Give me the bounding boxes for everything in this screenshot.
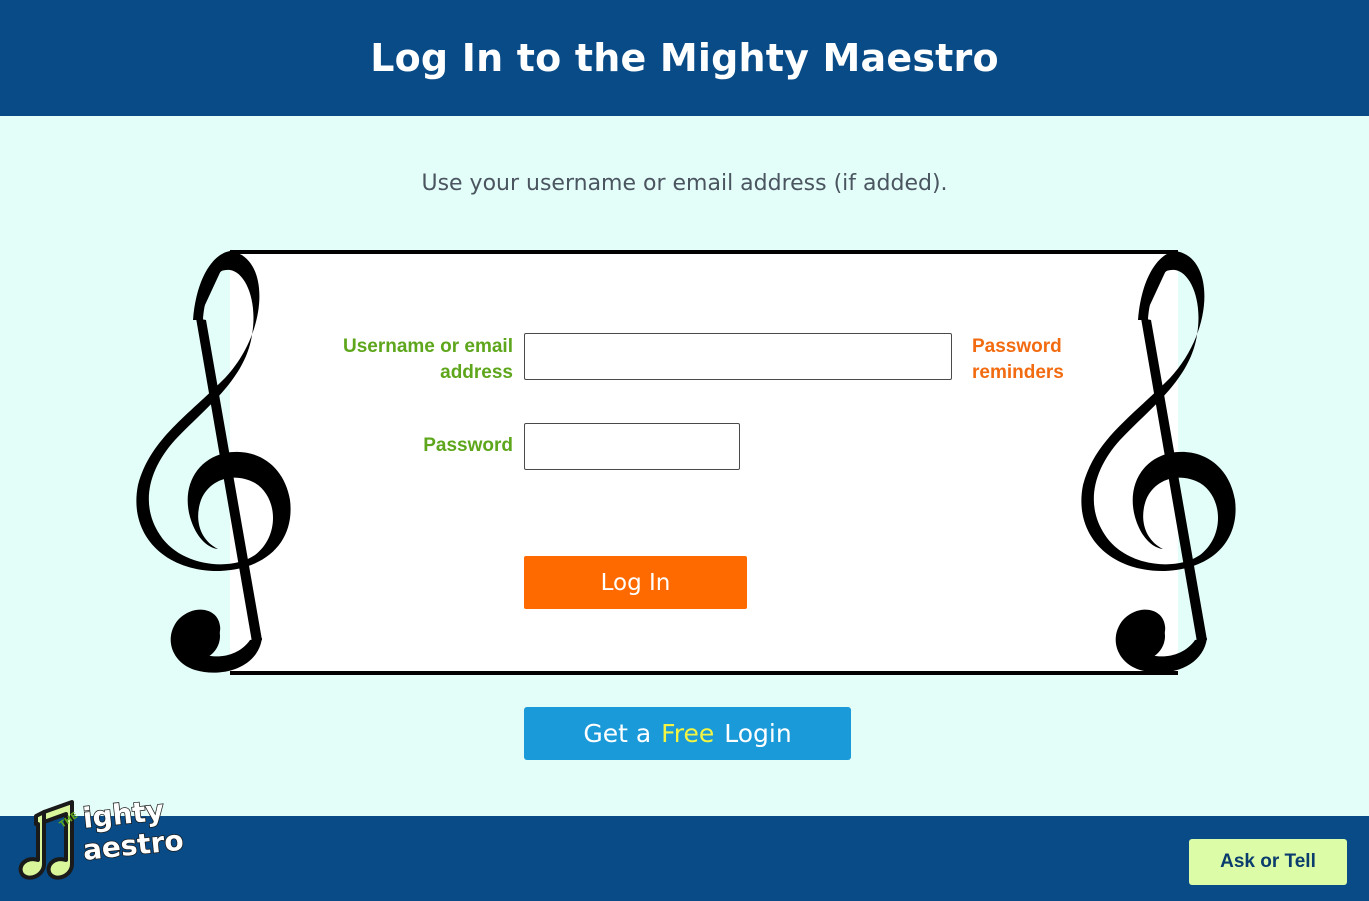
password-input[interactable]	[524, 423, 740, 470]
signup-prefix: Get a	[583, 719, 652, 748]
username-label: Username or email address	[342, 336, 513, 383]
login-button[interactable]: Log In	[524, 556, 747, 609]
mighty-maestro-logo[interactable]: THE ighty aestro	[14, 794, 190, 890]
password-reminders-link[interactable]: Password reminders	[972, 334, 1092, 386]
page-footer	[0, 816, 1369, 901]
username-input[interactable]	[524, 333, 952, 380]
password-label: Password	[423, 435, 513, 456]
ask-or-tell-button[interactable]: Ask or Tell	[1189, 839, 1347, 885]
signup-suffix: Login	[724, 719, 792, 748]
music-note-icon	[18, 800, 74, 880]
get-free-login-button[interactable]: Get a Free Login	[524, 707, 851, 760]
signup-free-highlight: Free	[661, 719, 715, 748]
